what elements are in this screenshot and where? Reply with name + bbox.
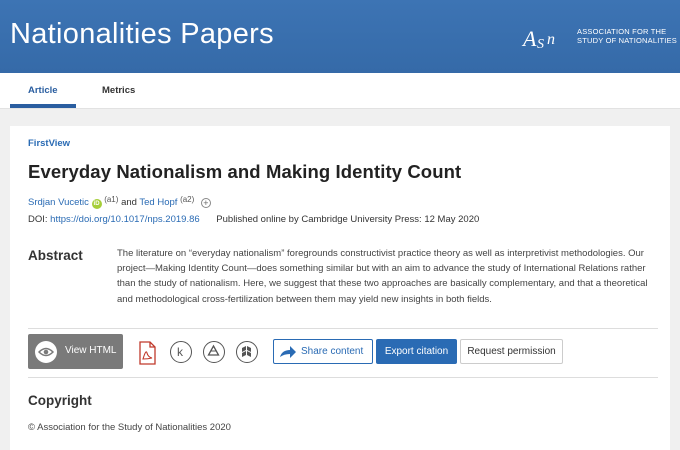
- doi-row: DOI: https://doi.org/10.1017/nps.2019.86…: [28, 214, 479, 225]
- author-affiliation[interactable]: (a2): [180, 195, 194, 204]
- share-content-label: Share content: [301, 346, 364, 357]
- divider: [28, 328, 658, 329]
- pdf-icon[interactable]: [136, 341, 158, 365]
- svg-text:A: A: [521, 26, 537, 51]
- doi-label: DOI:: [28, 214, 48, 225]
- journal-title[interactable]: Nationalities Papers: [10, 18, 274, 51]
- abstract-text: The literature on “everyday nationalism”…: [117, 248, 648, 305]
- logo-line-1: ASSOCIATION FOR THE: [577, 27, 667, 36]
- view-html-label: View HTML: [65, 345, 117, 356]
- export-citation-button[interactable]: Export citation: [376, 339, 457, 364]
- society-logo[interactable]: A S n ASSOCIATION FOR THE STUDY OF NATIO…: [521, 24, 677, 54]
- author-link[interactable]: Ted Hopf: [139, 197, 177, 208]
- author-joiner: and: [121, 197, 137, 208]
- article-title: Everyday Nationalism and Making Identity…: [28, 161, 462, 182]
- tab-metrics[interactable]: Metrics: [102, 85, 135, 96]
- article-card: FirstView Everyday Nationalism and Makin…: [10, 126, 670, 450]
- expand-authors-icon[interactable]: +: [200, 198, 211, 208]
- section-label[interactable]: FirstView: [28, 138, 70, 149]
- svg-text:n: n: [547, 31, 555, 48]
- asn-logo-mark: A S n: [521, 24, 570, 52]
- article-actions: View HTML k Share content Export citatio…: [28, 334, 668, 370]
- share-content-button[interactable]: Share content: [273, 339, 373, 364]
- published-date: Published online by Cambridge University…: [216, 214, 480, 225]
- article-tabs: Article Metrics: [0, 73, 680, 109]
- kindle-icon[interactable]: k: [170, 341, 192, 363]
- svg-text:k: k: [177, 345, 184, 359]
- request-permission-button[interactable]: Request permission: [460, 339, 563, 364]
- dropbox-icon[interactable]: [236, 341, 258, 363]
- author-link[interactable]: Srdjan Vucetic: [28, 197, 89, 208]
- tab-article[interactable]: Article: [28, 85, 58, 96]
- orcid-icon[interactable]: iD: [91, 199, 102, 209]
- logo-text: ASSOCIATION FOR THE STUDY OF NATIONALITI…: [577, 27, 677, 45]
- logo-line-2: STUDY OF NATIONALITIES: [577, 36, 677, 45]
- author-list: Srdjan Vucetic iD (a1) and Ted Hopf (a2)…: [28, 195, 211, 209]
- author-affiliation[interactable]: (a1): [104, 195, 118, 204]
- copyright-text: © Association for the Study of Nationali…: [28, 422, 231, 433]
- google-drive-icon[interactable]: [203, 341, 225, 363]
- doi-link[interactable]: https://doi.org/10.1017/nps.2019.86: [50, 214, 199, 225]
- share-arrow-icon: [280, 346, 296, 358]
- view-html-button[interactable]: View HTML: [28, 334, 123, 369]
- divider: [28, 377, 658, 378]
- active-tab-indicator: [10, 104, 76, 108]
- journal-banner: Nationalities Papers A S n ASSOCIATION F…: [0, 0, 680, 73]
- svg-text:S: S: [537, 37, 544, 52]
- copyright-heading: Copyright: [28, 393, 92, 408]
- abstract-heading: Abstract: [28, 248, 83, 263]
- eye-icon: [35, 341, 57, 363]
